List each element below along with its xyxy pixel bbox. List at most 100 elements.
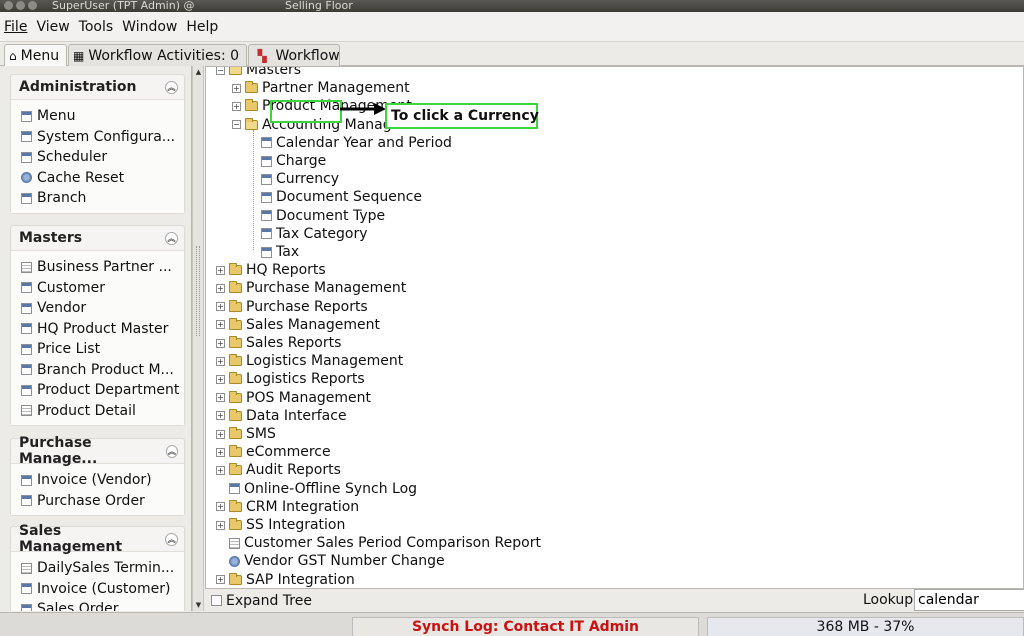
tree-node-sales-management[interactable]: + Sales Management	[216, 316, 380, 334]
sidebar-item-invoice-customer[interactable]: Invoice (Customer)	[11, 579, 184, 600]
expand-icon[interactable]: +	[216, 302, 225, 312]
memory-usage-status[interactable]: 368 MB - 37%	[707, 617, 1024, 636]
tree-node-ss-integration[interactable]: + SS Integration	[216, 516, 345, 534]
collapse-icon[interactable]: ︽	[165, 231, 178, 245]
tree-node-purchase-reports[interactable]: + Purchase Reports	[216, 298, 368, 316]
sidebar-item-purchase-order[interactable]: Purchase Order	[11, 491, 184, 512]
menu-tools[interactable]: Tools	[77, 19, 120, 35]
expand-icon[interactable]: +	[216, 447, 225, 457]
expand-icon[interactable]: +	[216, 465, 225, 475]
tree-node-sap-integration[interactable]: + SAP Integration	[216, 571, 355, 588]
expand-icon[interactable]: +	[216, 429, 225, 439]
expand-icon[interactable]: +	[216, 575, 225, 585]
group-header-masters[interactable]: Masters ︽	[11, 226, 184, 250]
tree-node-hq-reports[interactable]: + HQ Reports	[216, 261, 326, 279]
sidebar-item-scheduler[interactable]: Scheduler	[11, 147, 184, 168]
expand-icon[interactable]: +	[216, 374, 225, 384]
expand-tree-label[interactable]: Expand Tree	[226, 593, 312, 609]
tree-node-pos-management[interactable]: + POS Management	[216, 389, 371, 407]
expand-tree-checkbox[interactable]	[211, 595, 222, 606]
sidebar-item-business-partner[interactable]: Business Partner ...	[11, 257, 184, 278]
tree-node-tax-category[interactable]: Tax Category	[261, 225, 368, 243]
sidebar-item-product-department[interactable]: Product Department	[11, 380, 184, 401]
tree-node-crm-integration[interactable]: + CRM Integration	[216, 498, 359, 516]
expand-icon[interactable]: +	[232, 83, 241, 93]
group-header-administration[interactable]: Administration ︽	[11, 75, 184, 99]
expand-icon[interactable]: +	[216, 265, 225, 275]
splitter-grip[interactable]	[196, 246, 200, 336]
sidebar-item-sales-order[interactable]: Sales Order	[11, 599, 184, 611]
expand-icon[interactable]: +	[232, 101, 241, 111]
tree-node-purchase-management[interactable]: + Purchase Management	[216, 279, 406, 297]
tree-node-calendar-year-and-period[interactable]: Calendar Year and Period	[261, 134, 452, 152]
tree-node-document-sequence[interactable]: Document Sequence	[261, 188, 422, 206]
group-body: Business Partner ... Customer Vendor HQ …	[11, 250, 184, 425]
expand-icon[interactable]: +	[216, 356, 225, 366]
tree-node-label: CRM Integration	[246, 498, 360, 515]
folder-icon	[229, 427, 242, 439]
expand-icon[interactable]: +	[216, 411, 225, 421]
scroll-down-icon[interactable]: ▼	[194, 600, 203, 610]
sidebar-scrollbar[interactable]: ▲ ▼	[192, 66, 204, 611]
group-header-purchase-management[interactable]: Purchase Manage... ︽	[11, 435, 184, 467]
expand-icon[interactable]: +	[216, 393, 225, 403]
scroll-up-icon[interactable]: ▲	[194, 67, 203, 77]
collapse-icon[interactable]: −	[232, 120, 241, 130]
window-controls[interactable]	[4, 1, 37, 10]
tree-node-currency[interactable]: Currency	[261, 170, 339, 188]
close-window-icon[interactable]	[4, 1, 13, 10]
tree-node-partner-management[interactable]: + Partner Management	[232, 79, 410, 97]
menu-help[interactable]: Help	[184, 19, 224, 35]
expand-icon[interactable]: +	[216, 283, 225, 293]
tab-workflow-activities[interactable]: ▦ Workflow Activities: 0	[68, 44, 247, 66]
menu-sidebar: Administration ︽ Menu System Configura..…	[0, 66, 192, 611]
tree-node-tax[interactable]: Tax	[261, 243, 299, 261]
sidebar-item-branch[interactable]: Branch	[11, 188, 184, 209]
expand-icon[interactable]: +	[216, 320, 225, 330]
tree-node-logistics-reports[interactable]: + Logistics Reports	[216, 370, 365, 388]
sidebar-item-dailysales-terminal[interactable]: DailySales Termin...	[11, 558, 184, 579]
group-header-sales-management[interactable]: Sales Management ︽	[11, 523, 184, 555]
tree-node-charge[interactable]: Charge	[261, 152, 326, 170]
collapse-icon[interactable]: ︽	[165, 80, 178, 94]
expand-icon[interactable]: +	[216, 520, 225, 530]
sidebar-item-product-detail[interactable]: Product Detail	[11, 401, 184, 422]
menu-window[interactable]: Window	[120, 19, 183, 35]
sidebar-item-price-list[interactable]: Price List	[11, 339, 184, 360]
sidebar-item-system-configuration[interactable]: System Configura...	[11, 127, 184, 148]
expand-icon[interactable]: +	[216, 502, 225, 512]
tree-node-vendor-gst-number-change[interactable]: Vendor GST Number Change	[229, 552, 445, 570]
tree-node-audit-reports[interactable]: + Audit Reports	[216, 461, 341, 479]
tab-menu[interactable]: ⌂ Menu	[4, 44, 67, 66]
sidebar-item-invoice-vendor[interactable]: Invoice (Vendor)	[11, 470, 184, 491]
report-icon	[21, 405, 32, 417]
tree-node-sms[interactable]: + SMS	[216, 425, 276, 443]
tree-node-customer-sales-period-comparison-report[interactable]: Customer Sales Period Comparison Report	[229, 534, 541, 552]
minimize-window-icon[interactable]	[16, 1, 25, 10]
lookup-input[interactable]	[914, 589, 1024, 611]
tree-node-online-offline-synch-log[interactable]: Online-Offline Synch Log	[229, 480, 417, 498]
tree-node-masters[interactable]: − Masters	[216, 66, 302, 79]
synch-log-status[interactable]: Synch Log: Contact IT Admin	[352, 617, 699, 636]
sidebar-item-vendor[interactable]: Vendor	[11, 298, 184, 319]
expand-icon[interactable]: +	[216, 338, 225, 348]
sidebar-item-customer[interactable]: Customer	[11, 278, 184, 299]
tree-node-data-interface[interactable]: + Data Interface	[216, 407, 347, 425]
sidebar-item-cache-reset[interactable]: Cache Reset	[11, 168, 184, 189]
tab-workflow[interactable]: ▝▖ Workflow	[248, 44, 340, 66]
sidebar-item-menu[interactable]: Menu	[11, 106, 184, 127]
collapse-icon[interactable]: ︽	[165, 532, 178, 546]
sidebar-item-branch-product[interactable]: Branch Product M...	[11, 360, 184, 381]
tree-node-logistics-management[interactable]: + Logistics Management	[216, 352, 403, 370]
menu-file[interactable]: File	[2, 19, 33, 35]
menu-view[interactable]: View	[34, 19, 75, 35]
workflow-icon: ▝▖	[253, 48, 272, 63]
tree-node-sales-reports[interactable]: + Sales Reports	[216, 334, 341, 352]
maximize-window-icon[interactable]	[28, 1, 37, 10]
tree-node-label: Masters	[246, 66, 302, 78]
sidebar-item-hq-product-master[interactable]: HQ Product Master	[11, 319, 184, 340]
tree-node-ecommerce[interactable]: + eCommerce	[216, 443, 331, 461]
tree-node-document-type[interactable]: Document Type	[261, 207, 385, 225]
collapse-icon[interactable]: ︽	[165, 444, 178, 458]
collapse-icon[interactable]: −	[216, 67, 225, 75]
